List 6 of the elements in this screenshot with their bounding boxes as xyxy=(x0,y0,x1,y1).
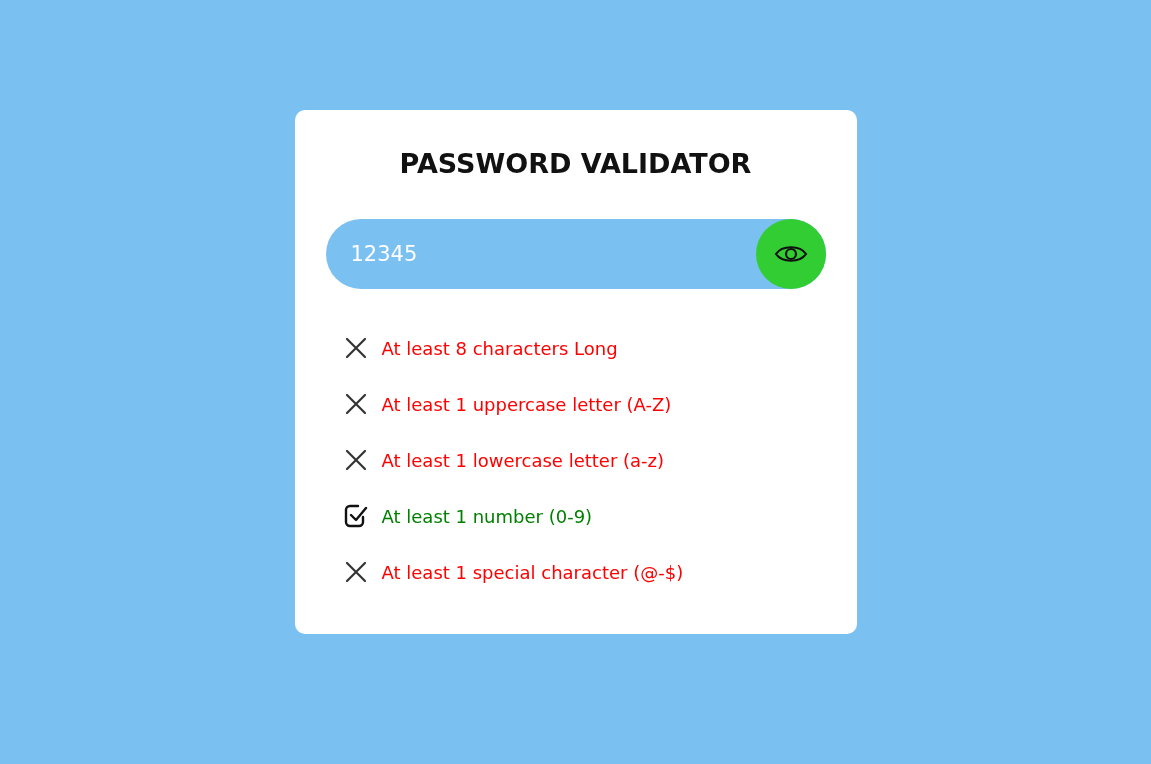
rule-text: At least 1 uppercase letter (A-Z) xyxy=(381,393,672,415)
rule-text: At least 1 special character (@-$) xyxy=(381,561,684,583)
rule-text: At least 1 number (0-9) xyxy=(381,505,593,527)
rule-text: At least 8 characters Long xyxy=(381,337,618,359)
card-title: PASSWORD VALIDATOR xyxy=(398,147,753,181)
rule-text: At least 1 lowercase letter (a-z) xyxy=(381,449,665,471)
